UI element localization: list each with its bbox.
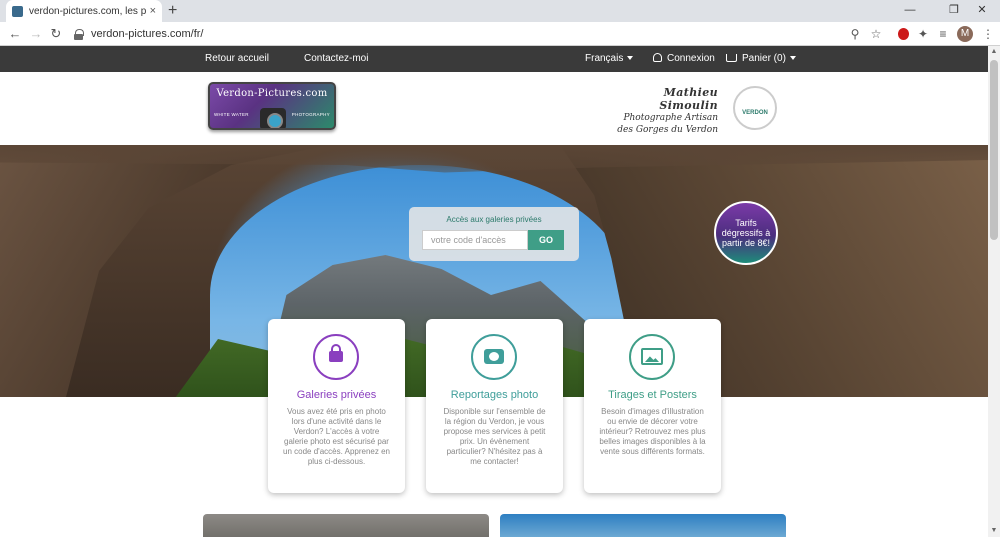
signature-line-1: Photographe Artisan [623, 113, 718, 123]
scroll-down-icon[interactable]: ▼ [988, 525, 1000, 537]
browser-toolbar: ← → ↻ verdon-pictures.com/fr/ ⚲ ☆ ✦ ≡ M … [0, 22, 1000, 46]
card-photo-reports[interactable]: Reportages photo Disponible sur l'ensemb… [426, 319, 563, 493]
tab-close-icon[interactable]: × [150, 5, 156, 17]
login-link[interactable]: Connexion [653, 46, 715, 72]
media-control-icon[interactable]: ≡ [935, 26, 951, 42]
gallery-thumbnail[interactable] [203, 514, 489, 537]
forward-button[interactable]: → [27, 25, 45, 43]
promo-text: Tarifs dégressifs à partir de 8€! [721, 218, 771, 248]
browser-tab[interactable]: verdon-pictures.com, les photos × [6, 0, 162, 22]
browser-tabstrip: verdon-pictures.com, les photos × + — ❐ … [0, 0, 1000, 22]
access-code-input[interactable]: votre code d'accès [422, 230, 528, 250]
lock-icon [313, 334, 359, 380]
gallery-access-label: Accès aux galeries privées [446, 215, 542, 224]
site-top-nav: Retour accueil Contactez-moi Français Co… [0, 46, 988, 72]
cart-dropdown[interactable]: Panier (0) [726, 46, 796, 72]
card-text: Vous avez été pris en photo lors d'une a… [283, 407, 390, 466]
cart-label: Panier (0) [742, 53, 786, 64]
scrollbar-thumb[interactable] [990, 60, 998, 240]
logo-subtitle-right: Photography [291, 112, 330, 117]
address-bar[interactable]: verdon-pictures.com/fr/ [68, 25, 888, 43]
camera-logo-icon [260, 108, 286, 128]
go-button[interactable]: GO [528, 230, 564, 250]
opera-extension-icon[interactable] [895, 26, 911, 42]
minimize-button[interactable]: — [892, 0, 928, 22]
scroll-up-icon[interactable]: ▲ [988, 46, 1000, 58]
cart-icon [726, 54, 737, 62]
verdon-badge-logo: VERDON [733, 86, 777, 130]
window-close-button[interactable]: ✕ [964, 0, 1000, 22]
language-dropdown[interactable]: Français [585, 46, 634, 72]
camera-icon [471, 334, 517, 380]
card-title: Galeries privées [296, 389, 377, 401]
photographer-signature: Mathieu Simoulin Photographe Artisan des… [608, 86, 718, 136]
badge-label: VERDON [742, 110, 768, 116]
user-icon [653, 53, 662, 62]
page-viewport: Retour accueil Contactez-moi Français Co… [0, 46, 988, 537]
gallery-thumbnail[interactable] [500, 514, 786, 537]
login-label: Connexion [667, 53, 715, 64]
nav-home-link[interactable]: Retour accueil [205, 46, 269, 72]
card-title: Reportages photo [450, 389, 539, 401]
profile-avatar[interactable]: M [957, 26, 973, 42]
logo-subtitle-left: White Water [214, 112, 249, 117]
url-text[interactable]: verdon-pictures.com/fr/ [91, 28, 203, 40]
page-scrollbar[interactable]: ▲ ▼ [988, 46, 1000, 537]
card-prints-posters[interactable]: Tirages et Posters Besoin d'images d'ill… [584, 319, 721, 493]
chevron-down-icon [627, 56, 634, 61]
language-label: Français [585, 53, 624, 64]
site-header: Verdon-Pictures.com White Water Photogra… [0, 72, 988, 145]
nav-contact-link[interactable]: Contactez-moi [304, 46, 368, 72]
chevron-down-icon [789, 56, 796, 61]
back-button[interactable]: ← [6, 25, 24, 43]
card-private-galleries[interactable]: Galeries privées Vous avez été pris en p… [268, 319, 405, 493]
lock-icon [74, 29, 84, 40]
logo-title: Verdon-Pictures.com [216, 88, 328, 99]
gallery-access-form: Accès aux galeries privées votre code d'… [409, 207, 579, 261]
card-text: Disponible sur l'ensemble de la région d… [443, 407, 546, 466]
new-tab-button[interactable]: + [168, 1, 177, 21]
image-icon [629, 334, 675, 380]
promo-badge[interactable]: Tarifs dégressifs à partir de 8€! [714, 201, 778, 265]
browser-menu-icon[interactable]: ⋮ [980, 26, 996, 42]
zoom-icon[interactable]: ⚲ [847, 26, 863, 42]
reload-button[interactable]: ↻ [47, 25, 65, 43]
site-logo[interactable]: Verdon-Pictures.com White Water Photogra… [208, 82, 336, 130]
signature-line-2: des Gorges du Verdon [617, 125, 718, 135]
extensions-icon[interactable]: ✦ [915, 26, 931, 42]
signature-name: Mathieu Simoulin [659, 86, 718, 112]
card-text: Besoin d'images d'illustration ou envie … [599, 407, 706, 456]
bookmark-star-icon[interactable]: ☆ [868, 26, 884, 42]
favicon-icon [12, 5, 23, 17]
card-title: Tirages et Posters [608, 389, 697, 401]
tab-title: verdon-pictures.com, les photos [29, 5, 146, 17]
